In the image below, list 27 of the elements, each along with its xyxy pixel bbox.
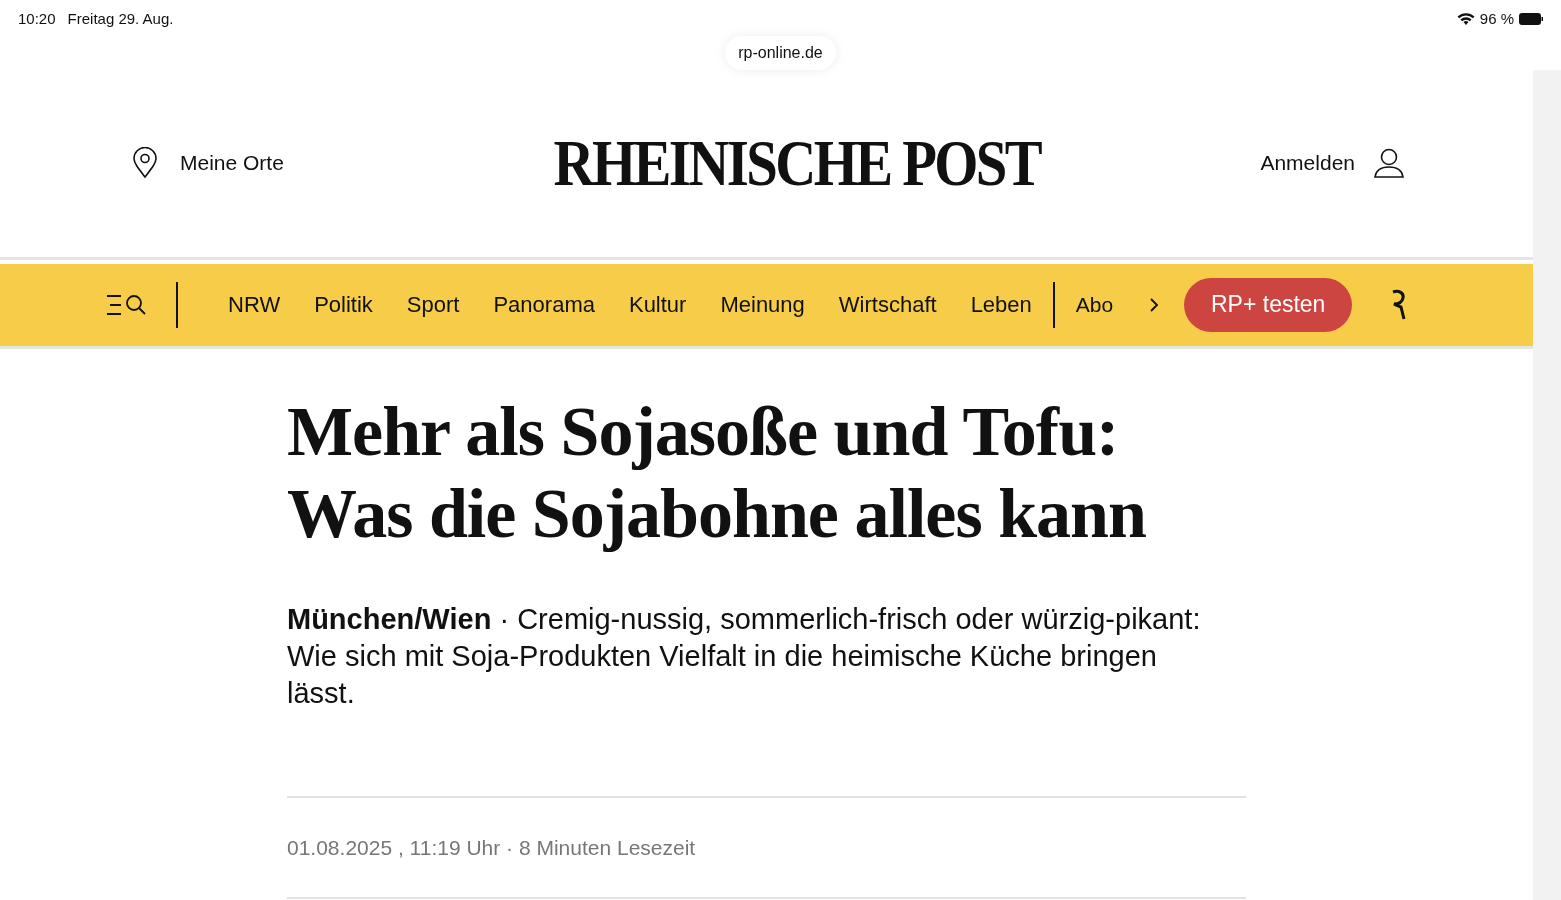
location-pin-icon bbox=[132, 147, 158, 179]
places-link[interactable]: Meine Orte bbox=[132, 147, 284, 179]
address-bar[interactable]: rp-online.de bbox=[725, 35, 836, 70]
status-date: Freitag 29. Aug. bbox=[67, 9, 174, 29]
article-headline: Mehr als Sojasoße und Tofu: Was die Sojabohne alles kann bbox=[287, 391, 1147, 554]
user-icon bbox=[1373, 148, 1405, 178]
battery-icon bbox=[1519, 13, 1543, 26]
battery-percentage: 96 % bbox=[1479, 9, 1514, 29]
status-time: 10:20 bbox=[18, 9, 56, 29]
login-link[interactable]: Anmelden bbox=[1260, 147, 1405, 179]
nav-link[interactable]: Politik bbox=[314, 288, 373, 321]
menu-search-icon bbox=[106, 293, 148, 316]
site-logo[interactable]: RHEINISCHE POST bbox=[553, 130, 1041, 196]
subscribe-button[interactable]: RP+ testen bbox=[1184, 277, 1353, 332]
nav-link[interactable]: NRW bbox=[228, 288, 281, 321]
nav-link[interactable]: Panorama bbox=[493, 288, 595, 321]
nav-link[interactable]: Meinung bbox=[720, 288, 805, 321]
chevron-right-icon[interactable] bbox=[1149, 296, 1160, 313]
article-teaser: München/Wien · Cremig-nussig, sommerlich-frisch oder würzig-pikant: Wie sich mit Soja-Produkten Vielfalt in die heimische Küche bringen lässt. bbox=[287, 601, 1202, 711]
article-meta: 01.08.2025 , 11:19 Uhr · 8 Minuten Lesezeit bbox=[287, 834, 696, 861]
nav-link[interactable]: Sport bbox=[406, 288, 460, 321]
wifi-icon bbox=[1456, 12, 1475, 26]
nav-link[interactable]: Kultur bbox=[628, 288, 687, 321]
nav-link[interactable]: Abo bbox=[1075, 288, 1114, 321]
scrollbar-track[interactable] bbox=[1533, 69, 1561, 900]
nav-link[interactable]: Wirtschaft bbox=[838, 288, 937, 321]
nav-link[interactable]: Leben bbox=[970, 288, 1032, 321]
